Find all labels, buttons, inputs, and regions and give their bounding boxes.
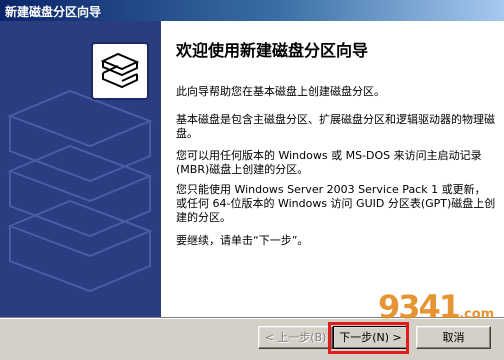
- next-button-highlight: [328, 322, 409, 354]
- wizard-content: 欢迎使用新建磁盘分区向导 此向导帮助您在基本磁盘上创建磁盘分区。 基本磁盘是包含…: [161, 21, 504, 317]
- cancel-button[interactable]: 取消: [416, 326, 491, 349]
- continue-paragraph: 要继续，请单击“下一步”。: [176, 234, 309, 247]
- disk-icon: [91, 42, 149, 100]
- gpt-paragraph: 您只能使用 Windows Server 2003 Service Pack 1…: [176, 183, 496, 224]
- wizard-heading: 欢迎使用新建磁盘分区向导: [176, 41, 369, 60]
- window-title: 新建磁盘分区向导: [5, 5, 102, 19]
- wizard-window: 新建磁盘分区向导 欢迎使用新建磁盘分区向导 此向导帮助您在基本磁盘上创建磁盘分区…: [0, 0, 504, 360]
- wizard-banner: [0, 21, 161, 317]
- intro-paragraph: 此向导帮助您在基本磁盘上创建磁盘分区。: [176, 85, 385, 98]
- mbr-paragraph: 您可以用任何版本的 Windows 或 MS-DOS 来访问主启动记录(MBR)…: [176, 149, 482, 176]
- basic-disk-paragraph: 基本磁盘是包含主磁盘分区、扩展磁盘分区和逻辑驱动器的物理磁盘。: [176, 113, 495, 140]
- disk-stack-illustration: [0, 21, 161, 317]
- title-bar: 新建磁盘分区向导: [0, 0, 504, 21]
- watermark-logo: 9341.com: [378, 288, 495, 326]
- back-button[interactable]: < 上一步(B): [258, 326, 333, 349]
